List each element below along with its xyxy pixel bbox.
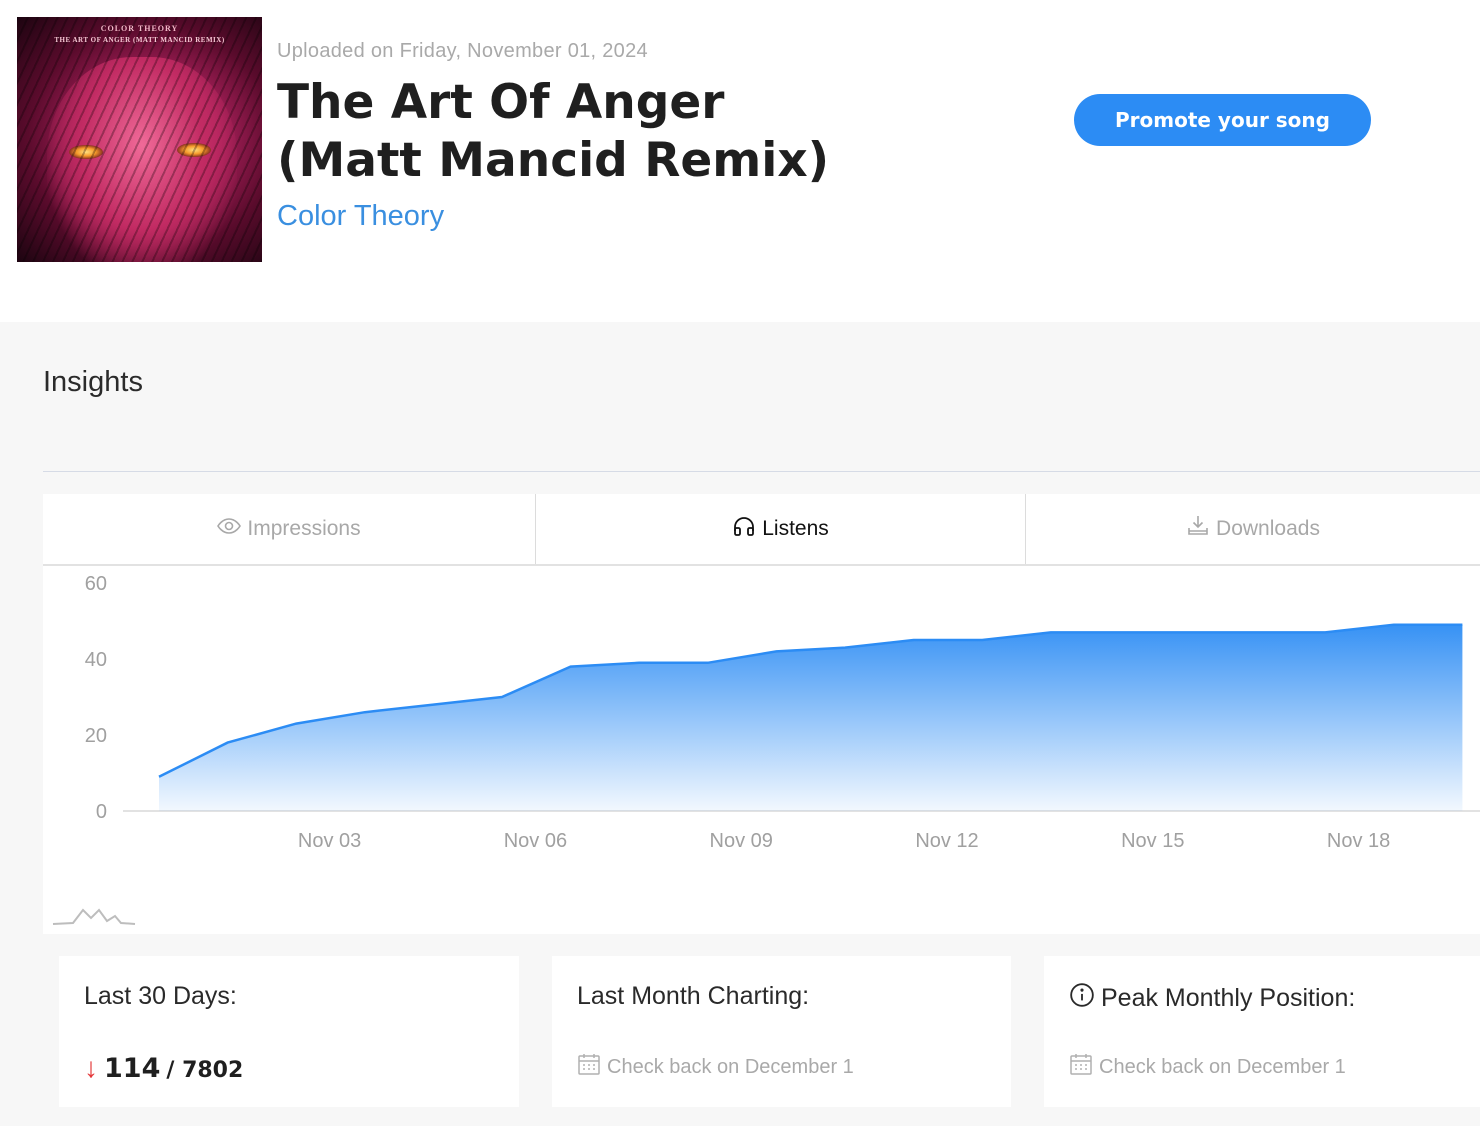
tab-impressions[interactable]: Impressions xyxy=(43,494,536,564)
download-icon xyxy=(1186,514,1210,544)
last30-value: 114 xyxy=(104,1053,161,1084)
stat-peak-monthly-position: Peak Monthly Position: Check back on Dec… xyxy=(1044,956,1480,1107)
stat-value: ↓ 114 / 7802 xyxy=(84,1052,243,1084)
x-tick-label: Nov 12 xyxy=(915,830,978,852)
x-tick-label: Nov 09 xyxy=(710,830,773,852)
stat-pending: Check back on December 1 xyxy=(577,1052,854,1082)
cover-caption: COLOR THEORY xyxy=(100,24,179,33)
calendar-icon xyxy=(1069,1052,1093,1082)
tab-listens[interactable]: Listens xyxy=(536,494,1026,564)
insights-section: Insights Impressions Listens Downloads 0… xyxy=(0,322,1480,1126)
info-icon[interactable] xyxy=(1069,982,1095,1015)
calendar-icon xyxy=(577,1052,601,1082)
stat-pending: Check back on December 1 xyxy=(1069,1052,1346,1082)
tab-downloads[interactable]: Downloads xyxy=(1026,494,1480,564)
eye-icon xyxy=(217,514,242,544)
cover-texture xyxy=(17,17,262,262)
insights-title: Insights xyxy=(43,366,143,398)
x-tick-label: Nov 15 xyxy=(1121,830,1184,852)
cover-subcaption: THE ART OF ANGER (MATT MANCID REMIX) xyxy=(54,36,225,44)
divider xyxy=(43,471,1480,472)
stat-last-month-charting: Last Month Charting: Check back on Decem… xyxy=(552,956,1011,1107)
stat-label: Last 30 Days: xyxy=(84,982,237,1010)
y-tick-label: 20 xyxy=(85,725,107,747)
arrow-down-icon: ↓ xyxy=(84,1052,98,1083)
album-cover[interactable]: COLOR THEORY THE ART OF ANGER (MATT MANC… xyxy=(17,17,262,262)
x-tick-label: Nov 18 xyxy=(1327,830,1390,852)
upload-date: Uploaded on Friday, November 01, 2024 xyxy=(277,40,648,62)
y-tick-label: 0 xyxy=(96,801,107,823)
listens-chart: 0 20 40 60 Nov 03 Nov 06 Nov 09 Nov 12 Nov 15 Nov… xyxy=(43,566,1480,934)
song-header: COLOR THEORY THE ART OF ANGER (MATT MANC… xyxy=(0,0,1480,322)
headphones-icon xyxy=(732,514,756,544)
stat-last-30-days: Last 30 Days: ↓ 114 / 7802 xyxy=(59,956,519,1107)
song-title: The Art Of Anger (Matt Mancid Remix) xyxy=(277,74,917,190)
y-tick-label: 60 xyxy=(85,573,107,595)
metric-tabs: Impressions Listens Downloads xyxy=(43,494,1480,566)
waveform-icon[interactable] xyxy=(52,908,136,925)
peak-label: Peak Monthly Position: xyxy=(1101,984,1356,1012)
chart-panel: Impressions Listens Downloads 0 20 40 60… xyxy=(43,494,1480,934)
y-tick-label: 40 xyxy=(85,649,107,671)
tab-label: Listens xyxy=(762,517,829,540)
x-tick-label: Nov 03 xyxy=(298,830,361,852)
pending-text: Check back on December 1 xyxy=(1099,1055,1346,1078)
promote-song-button[interactable]: Promote your song xyxy=(1074,94,1371,146)
tab-label: Impressions xyxy=(247,517,361,540)
last30-total: / 7802 xyxy=(166,1058,244,1083)
x-tick-label: Nov 06 xyxy=(504,830,567,852)
stat-label: Peak Monthly Position: xyxy=(1069,982,1355,1015)
chart-svg: 0 20 40 60 Nov 03 Nov 06 Nov 09 Nov 12 Nov 15 Nov… xyxy=(52,573,1480,925)
pending-text: Check back on December 1 xyxy=(607,1055,854,1078)
listens-area xyxy=(159,624,1463,811)
song-title-line1: The Art Of Anger xyxy=(277,75,725,130)
stat-label: Last Month Charting: xyxy=(577,982,810,1010)
tab-label: Downloads xyxy=(1216,517,1320,540)
song-title-line2: (Matt Mancid Remix) xyxy=(277,133,830,188)
artist-link[interactable]: Color Theory xyxy=(277,200,444,233)
